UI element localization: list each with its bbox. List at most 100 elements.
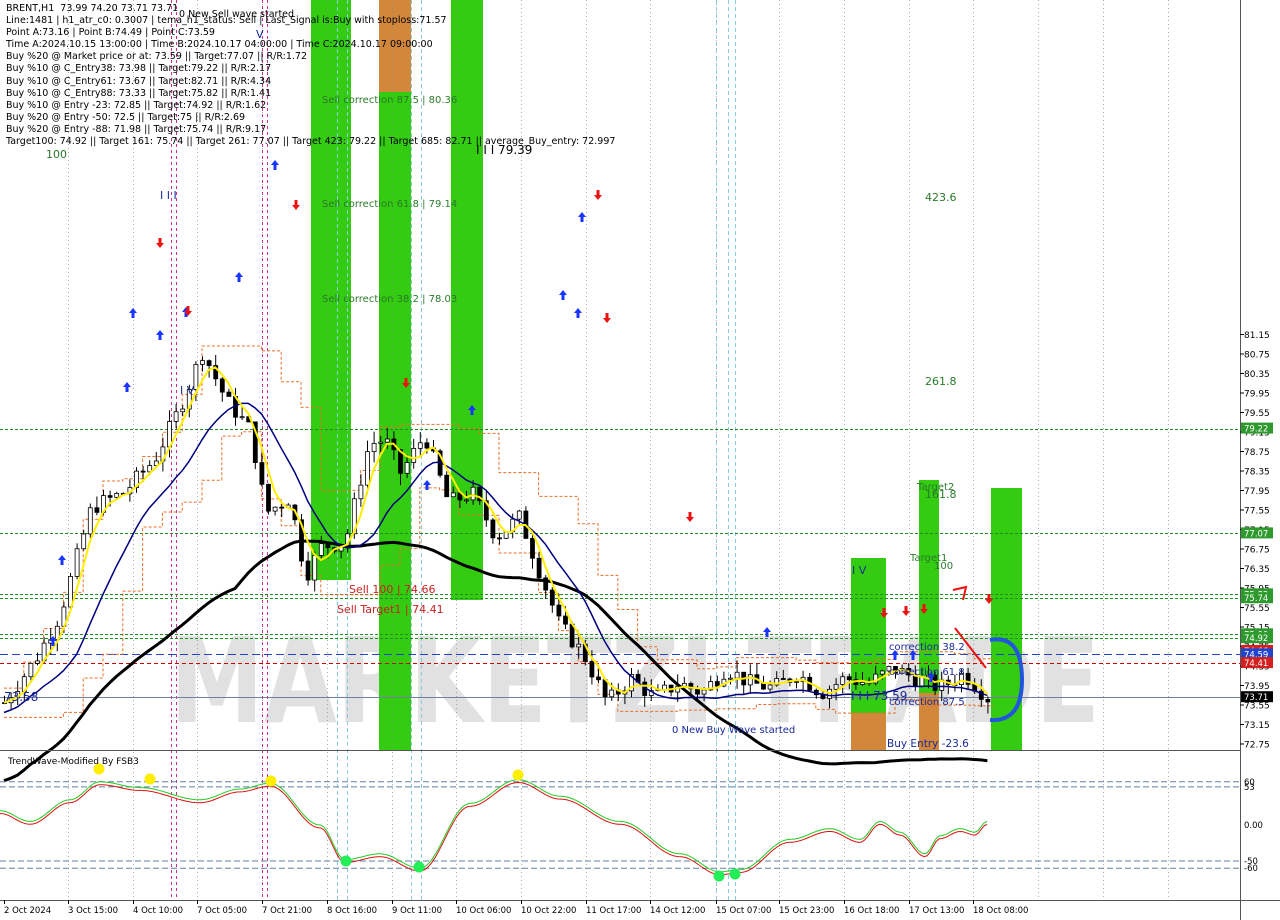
candle-body[interactable] (609, 689, 615, 698)
candle-body[interactable] (371, 443, 377, 453)
annotation-label: 100 (46, 148, 67, 161)
candle-body[interactable] (919, 676, 925, 687)
candle-body[interactable] (404, 462, 410, 474)
info-line: Buy %20 @ Entry -88: 71.98 || Target:75.… (6, 123, 267, 135)
x-tick-label: 7 Oct 05:00 (197, 906, 247, 916)
candle-body[interactable] (140, 470, 146, 473)
candle-body[interactable] (767, 684, 773, 690)
candle-body[interactable] (536, 557, 542, 579)
candle-body[interactable] (846, 676, 852, 681)
candle-body[interactable] (114, 493, 120, 498)
candle-body[interactable] (28, 662, 34, 678)
candle-body[interactable] (87, 507, 93, 535)
y-tick-label: 76.75 (1244, 546, 1270, 556)
info-line: Buy %10 @ C_Entry88: 73.33 || Target:75.… (6, 87, 272, 99)
x-tick-label: 16 Oct 18:00 (844, 906, 899, 916)
annotation-label: I V (852, 564, 867, 577)
candle-body[interactable] (312, 555, 318, 581)
candle-body[interactable] (602, 679, 608, 698)
y-tick-label: 75.55 (1244, 604, 1270, 614)
candle-body[interactable] (259, 462, 265, 485)
candle-body[interactable] (107, 495, 113, 498)
candle-body[interactable] (596, 676, 601, 681)
annotation-label: Sell correction 61.8 | 79.14 (322, 199, 457, 210)
candle-body[interactable] (840, 676, 846, 685)
candle-body[interactable] (450, 492, 456, 498)
osc-peak-dot (265, 775, 277, 787)
candle-body[interactable] (365, 451, 370, 486)
candle-body[interactable] (833, 684, 839, 690)
candle-body[interactable] (879, 670, 885, 675)
candle-body[interactable] (714, 681, 720, 687)
x-tick-label: 9 Oct 11:00 (392, 906, 442, 916)
candle-body[interactable] (860, 682, 865, 685)
candle-body[interactable] (81, 533, 87, 550)
candle-body[interactable] (417, 442, 423, 449)
annotation-label: Buy Entry -23.6 (887, 738, 969, 750)
candle-body[interactable] (470, 486, 476, 501)
candle-body[interactable] (497, 537, 502, 540)
candle-body[interactable] (734, 671, 740, 679)
info-line: Buy %20 @ Entry -50: 72.5 || Target:75 |… (6, 111, 246, 123)
x-tick-label: 4 Oct 10:00 (133, 906, 183, 916)
osc-tick-label: -60 (1244, 864, 1258, 874)
candle-body[interactable] (549, 589, 555, 606)
annotation-label: 423.6 (925, 191, 957, 204)
annotation-label: Sell correction 38.2 | 78.03 (322, 294, 457, 305)
candle-body[interactable] (556, 604, 562, 617)
candle-body[interactable] (384, 438, 390, 443)
candle-body[interactable] (206, 360, 212, 366)
candle-body[interactable] (180, 408, 186, 413)
candle-body[interactable] (530, 537, 535, 559)
y-tick-label: 81.15 (1244, 331, 1270, 341)
candle-body[interactable] (226, 391, 232, 397)
candle-body[interactable] (985, 698, 991, 703)
annotation-label: correction 87.5 (889, 697, 965, 708)
annotation-label: 73.58 (4, 690, 38, 704)
candle-body[interactable] (305, 560, 311, 581)
candle-body[interactable] (279, 506, 285, 509)
candle-body[interactable] (424, 442, 430, 449)
candle-body[interactable] (728, 677, 733, 680)
candle-body[interactable] (516, 510, 522, 520)
price-tag-label: 75.74 (1244, 594, 1268, 604)
candle-body[interactable] (589, 661, 595, 678)
candle-body[interactable] (701, 689, 707, 695)
candle-body[interactable] (464, 499, 469, 502)
candle-body[interactable] (411, 447, 417, 463)
x-tick-label: 3 Oct 15:00 (68, 906, 118, 916)
candle-body[interactable] (318, 543, 324, 556)
candle-body[interactable] (358, 484, 364, 500)
candle-body[interactable] (662, 684, 667, 690)
candle-body[interactable] (444, 474, 450, 498)
candle-body[interactable] (239, 416, 245, 419)
candle-body[interactable] (490, 519, 496, 539)
zone-rect (991, 488, 1022, 750)
candle-body[interactable] (695, 688, 700, 695)
chart-info-panel: BRENT,H1 73.99 74.20 73.71 73.71 Line:148… (6, 3, 615, 148)
candle-body[interactable] (378, 441, 384, 444)
candle-body[interactable] (193, 363, 199, 390)
candle-body[interactable] (747, 674, 753, 686)
candle-body[interactable] (266, 483, 271, 512)
candle-body[interactable] (94, 507, 100, 513)
osc-peak-dot (512, 769, 524, 781)
candle-body[interactable] (74, 548, 80, 577)
y-tick-label: 72.75 (1244, 741, 1270, 751)
candle-body[interactable] (219, 378, 225, 393)
y-tick-label: 79.55 (1244, 409, 1270, 419)
candle-body[interactable] (780, 678, 786, 680)
info-line: Buy %20 @ Market price or at: 73.59 || T… (6, 51, 308, 63)
candle-body[interactable] (173, 411, 179, 422)
annotation-label: I I I (160, 189, 177, 202)
info-line: Buy %10 @ Entry -23: 72.85 || Target:74.… (6, 99, 267, 111)
candle-body[interactable] (794, 681, 799, 683)
candle-body[interactable] (761, 682, 766, 690)
candle-body[interactable] (35, 660, 40, 664)
zone-rect (851, 713, 886, 750)
candle-body[interactable] (563, 615, 568, 625)
x-tick-label: 10 Oct 06:00 (456, 906, 511, 916)
candle-body[interactable] (576, 643, 582, 648)
candle-body[interactable] (272, 506, 278, 512)
candle-body[interactable] (200, 360, 205, 365)
